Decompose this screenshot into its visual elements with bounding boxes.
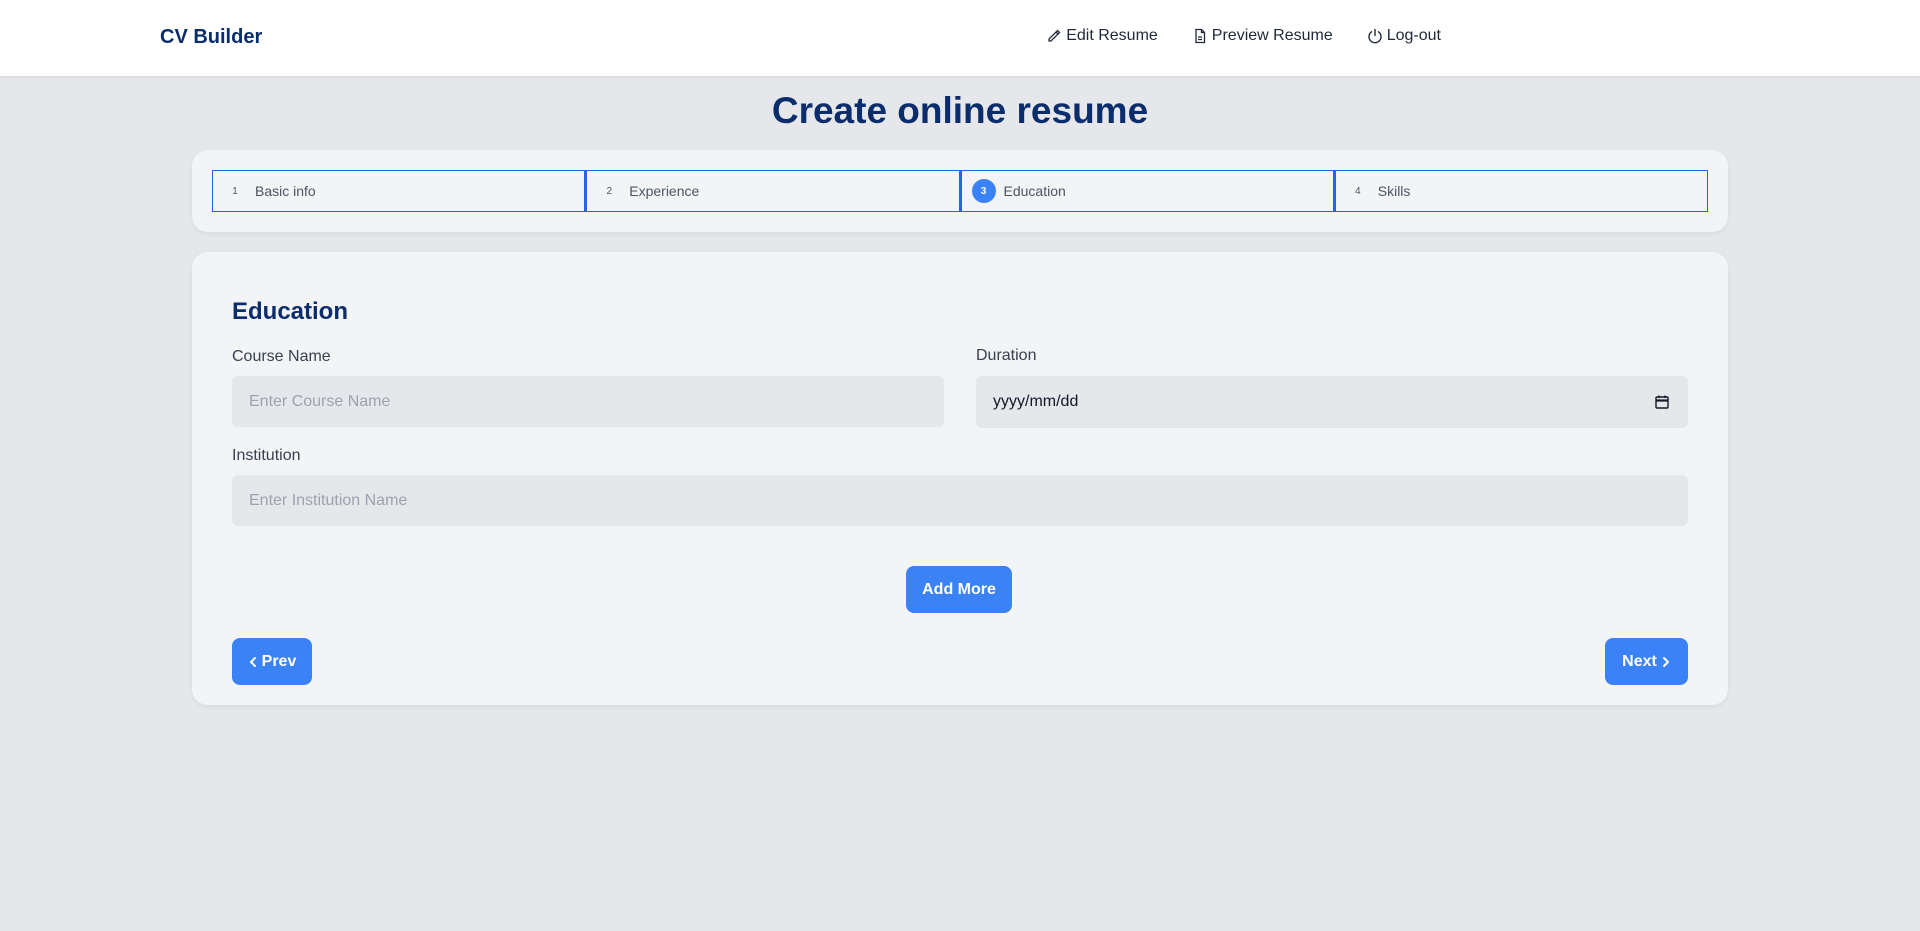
chevron-left-icon [249, 656, 256, 667]
stepper: 1 Basic info 2 Experience 3 Education 4 … [212, 170, 1708, 212]
top-navbar: CV Builder Edit Resume Preview Resume Lo… [0, 0, 1920, 76]
nav-preview-resume-link[interactable]: Preview Resume [1192, 27, 1333, 45]
step-label: Experience [629, 183, 700, 199]
duration-date-input[interactable]: yyyy/mm/dd [976, 376, 1688, 428]
nav-logout-label: Log-out [1386, 27, 1441, 44]
step-label: Basic info [255, 183, 316, 199]
add-more-label: Add More [922, 580, 996, 598]
nav-edit-resume-label: Edit Resume [1066, 27, 1158, 44]
nav-preview-resume-label: Preview Resume [1211, 27, 1333, 44]
nav-edit-resume-link[interactable]: Edit Resume [1046, 27, 1158, 45]
duration-date-value: yyyy/mm/dd [993, 393, 1079, 410]
step-number-active: 3 [971, 179, 996, 203]
section-title: Education [232, 298, 349, 325]
prev-label: Prev [261, 652, 297, 670]
next-button[interactable]: Next [1605, 638, 1688, 685]
step-label: Education [1003, 183, 1066, 199]
institution-label: Institution [232, 447, 301, 464]
step-number: 1 [232, 185, 238, 197]
step-experience[interactable]: 2 Experience [585, 170, 960, 212]
step-label: Skills [1377, 183, 1411, 199]
education-form-card: Education Course Name Duration yyyy/mm/d… [192, 252, 1728, 705]
prev-button[interactable]: Prev [232, 638, 312, 685]
next-label: Next [1622, 652, 1657, 670]
step-basic-info[interactable]: 1 Basic info [212, 170, 586, 212]
institution-input[interactable] [232, 475, 1688, 526]
nav-links: Edit Resume Preview Resume Log-out [1046, 27, 1441, 45]
file-icon [1195, 28, 1205, 44]
course-name-label: Course Name [232, 348, 331, 365]
step-number: 2 [606, 185, 613, 197]
nav-logout-link[interactable]: Log-out [1367, 27, 1441, 45]
power-icon [1368, 28, 1382, 44]
chevron-right-icon [1662, 656, 1669, 667]
step-skills[interactable]: 4 Skills [1333, 170, 1708, 212]
brand-logo[interactable]: CV Builder [160, 26, 262, 49]
add-more-button[interactable]: Add More [906, 566, 1012, 613]
course-name-input[interactable] [232, 376, 944, 427]
step-education[interactable]: 3 Education [959, 170, 1334, 212]
pencil-icon [1048, 29, 1061, 42]
page-title: Create online resume [771, 90, 1149, 131]
step-number: 4 [1354, 185, 1361, 197]
calendar-icon[interactable] [1654, 394, 1670, 410]
duration-label: Duration [976, 347, 1037, 364]
stepper-card: 1 Basic info 2 Experience 3 Education 4 … [192, 150, 1728, 232]
